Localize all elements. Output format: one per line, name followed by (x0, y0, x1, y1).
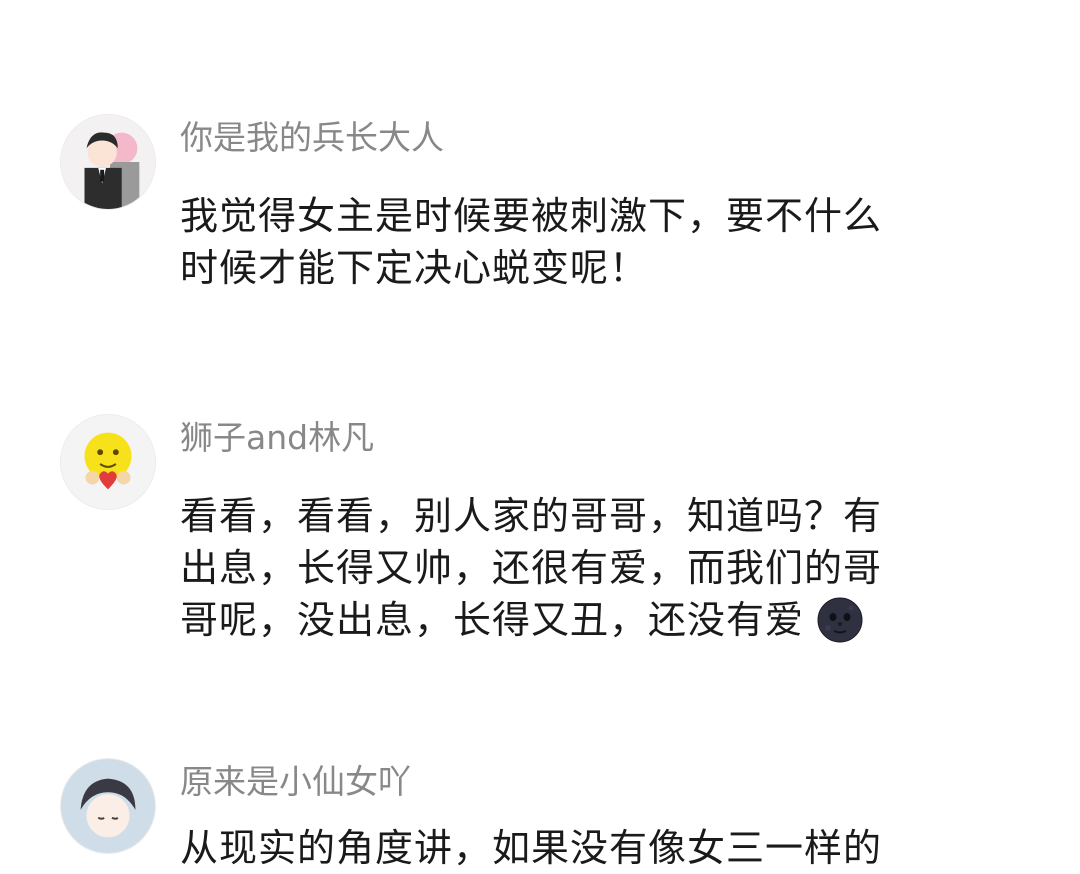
comment-text-line: 从现实的角度讲，如果没有像女三一样的 (180, 826, 883, 870)
emoji-face-avatar-icon (61, 415, 155, 509)
comment-text-line: 看看，看看，别人家的哥哥，知道吗？有 (180, 494, 883, 538)
comment-text-fragment: 哥呢，没出息，长得又丑，还没有爱 (180, 598, 805, 642)
new-moon-face-icon (816, 596, 864, 644)
comment-username[interactable]: 原来是小仙女吖 (180, 762, 411, 802)
anime-boy-avatar-icon (61, 759, 155, 853)
avatar[interactable] (60, 758, 156, 854)
comment-text-line: 时候才能下定决心蜕变呢！ (180, 246, 649, 290)
avatar[interactable] (60, 114, 156, 210)
comment-text-line: 我觉得女主是时候要被刺激下，要不什么 (180, 194, 883, 238)
anime-couple-avatar-icon (61, 115, 155, 209)
comment-username[interactable]: 你是我的兵长大人 (180, 118, 444, 158)
avatar[interactable] (60, 414, 156, 510)
comment-text-line: 出息，长得又帅，还很有爱，而我们的哥 (180, 546, 883, 590)
comment-text-line: 哥呢，没出息，长得又丑，还没有爱 (180, 594, 980, 646)
comment-text: 看看，看看，别人家的哥哥，知道吗？有 出息，长得又帅，还很有爱，而我们的哥 哥呢… (180, 490, 980, 646)
comment-username[interactable]: 狮子and林凡 (180, 418, 374, 458)
comment-text: 从现实的角度讲，如果没有像女三一样的 (180, 822, 980, 874)
comment-text: 我觉得女主是时候要被刺激下，要不什么 时候才能下定决心蜕变呢！ (180, 190, 980, 294)
